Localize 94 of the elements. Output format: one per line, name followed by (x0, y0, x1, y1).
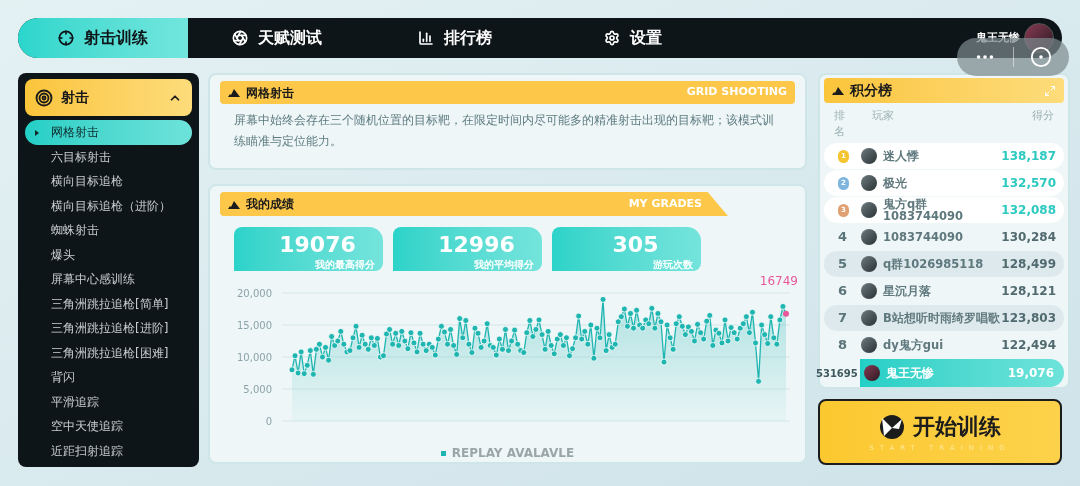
nav-tab[interactable]: 排行榜 (366, 18, 544, 58)
sidebar-item[interactable]: 横向目标追枪 (25, 169, 192, 194)
category-header[interactable]: 射击 (25, 79, 192, 116)
column-header: 排名 (834, 108, 846, 140)
grades-title: 我的成绩 (246, 196, 295, 213)
leaderboard-row[interactable]: 4 1083744090 130,284 (824, 224, 1064, 250)
legend-marker (440, 450, 446, 456)
start-label: 开始训练 (913, 413, 1001, 442)
player-score: 132,570 (1001, 175, 1056, 192)
sidebar-item[interactable]: 六目标射击 (25, 144, 192, 169)
sidebar-item[interactable]: 空中天使追踪 (25, 414, 192, 439)
player-avatar (861, 175, 877, 191)
rank-number: 8 (837, 336, 849, 355)
player-name: q群1026985118 (883, 258, 985, 270)
stat-value: 305 (612, 234, 659, 256)
nav-tab[interactable]: 射击训练 (18, 18, 188, 58)
player-avatar (861, 202, 877, 218)
player-name: B站想听时雨绮罗唱歌 (883, 312, 1001, 324)
leaderboard-row[interactable]: 8 dy鬼方gui 122,494 (824, 332, 1064, 358)
grades-subtitle: MY GRADES (628, 195, 702, 212)
player-avatar (861, 310, 877, 326)
nav-tab[interactable]: 设置 (544, 18, 722, 58)
sidebar-item[interactable]: 三角洲跳拉追枪[简单] (25, 291, 192, 316)
player-avatar (861, 229, 877, 245)
player-name: 1083744090 (883, 231, 965, 243)
mountain-icon (832, 86, 844, 95)
sidebar-item[interactable]: 三角洲跳拉追枪[困难] (25, 340, 192, 365)
rank-number: 4 (837, 228, 849, 247)
player-score: 132,088 (1001, 202, 1056, 219)
rank-number: 6 (837, 282, 849, 301)
player-score: 123,803 (1001, 310, 1056, 327)
y-tick-label: 10,000 (237, 352, 272, 363)
target-icon (35, 88, 53, 107)
sidebar-item[interactable]: 爆头 (25, 242, 192, 267)
sidebar-item[interactable]: 背闪 (25, 365, 192, 390)
column-header: 得分 (1032, 108, 1054, 124)
player-score: 130,284 (1001, 229, 1056, 246)
rank-number: 5 (837, 255, 849, 274)
player-avatar (861, 337, 877, 353)
player-name: 星沉月落 (883, 285, 932, 297)
player-name: 极光 (883, 177, 908, 189)
sidebar-item[interactable]: 平滑追踪 (25, 389, 192, 414)
highlight-value: 16749 (759, 274, 798, 288)
leaderboard-title: 积分榜 (850, 81, 893, 100)
player-name: 迷人悸 (883, 150, 920, 162)
my-rank: 531695 (816, 366, 859, 381)
sidebar-item[interactable]: 横向目标追枪（进阶） (25, 193, 192, 218)
y-tick-label: 5,000 (243, 384, 272, 395)
y-tick-label: 15,000 (237, 320, 272, 331)
close-icon[interactable] (1030, 46, 1053, 68)
leaderboard-row[interactable]: 6 星沉月落 128,121 (824, 278, 1064, 304)
leaderboard-row[interactable]: 5 q群1026985118 128,499 (824, 251, 1064, 277)
sidebar-item[interactable]: 网格射击 (25, 120, 192, 145)
mode-subtitle: GRID SHOOTING (686, 84, 787, 101)
column-header: 玩家 (872, 108, 895, 124)
legend-label: REPLAY AVALAVLE (451, 445, 575, 462)
bullet-icon (35, 130, 39, 136)
highlight-point (783, 310, 789, 317)
rank-number: 7 (837, 309, 849, 328)
sidebar-item[interactable]: 屏幕中心感训练 (25, 267, 192, 292)
nav-icon (418, 30, 434, 46)
nav-tab[interactable]: 天赋测试 (188, 18, 366, 58)
stat-label: 我的平均得分 (474, 259, 534, 271)
my-name: 鬼王无惨 (886, 365, 935, 382)
nav-icon (58, 30, 74, 46)
player-score: 138,187 (1001, 148, 1056, 165)
player-avatar (861, 256, 877, 272)
player-name: dy鬼方gui (883, 339, 945, 351)
player-name: 鬼方q群1083744090 (883, 198, 965, 222)
mode-description: 屏幕中始终会存在三个随机位置的目标靶，在限定时间内尽可能多的精准射击出现的目标靶；该模式训练瞄准与定位能力。 (233, 112, 775, 150)
nav-icon (232, 30, 248, 46)
player-score: 128,499 (1001, 256, 1056, 273)
y-tick-label: 20,000 (237, 288, 272, 299)
mountain-icon (228, 199, 240, 209)
stat-label: 我的最高得分 (315, 259, 375, 271)
sidebar-item[interactable]: 三角洲跳拉追枪[进阶] (25, 316, 192, 341)
stat-value: 12996 (438, 234, 515, 256)
leaderboard-row[interactable]: 7 B站想听时雨绮罗唱歌123,803 (824, 305, 1064, 331)
mode-title: 网格射击 (246, 84, 295, 102)
sidebar-item[interactable]: 近距扫射追踪 (25, 438, 192, 463)
nav-icon (604, 30, 620, 46)
player-score: 122,494 (1001, 337, 1056, 354)
player-score: 128,121 (1001, 283, 1056, 300)
my-avatar (864, 365, 880, 381)
stat-value: 19076 (279, 234, 356, 256)
player-avatar (861, 283, 877, 299)
y-tick-label: 0 (265, 416, 272, 427)
mountain-icon (228, 88, 240, 97)
stat-label: 游玩次数 (653, 259, 693, 271)
sidebar-item[interactable]: 蜘蛛射击 (25, 218, 192, 243)
username: 鬼王无惨 (976, 29, 1020, 46)
logo-icon (879, 413, 905, 440)
my-score: 19,076 (1007, 365, 1054, 382)
player-avatar (861, 148, 877, 164)
